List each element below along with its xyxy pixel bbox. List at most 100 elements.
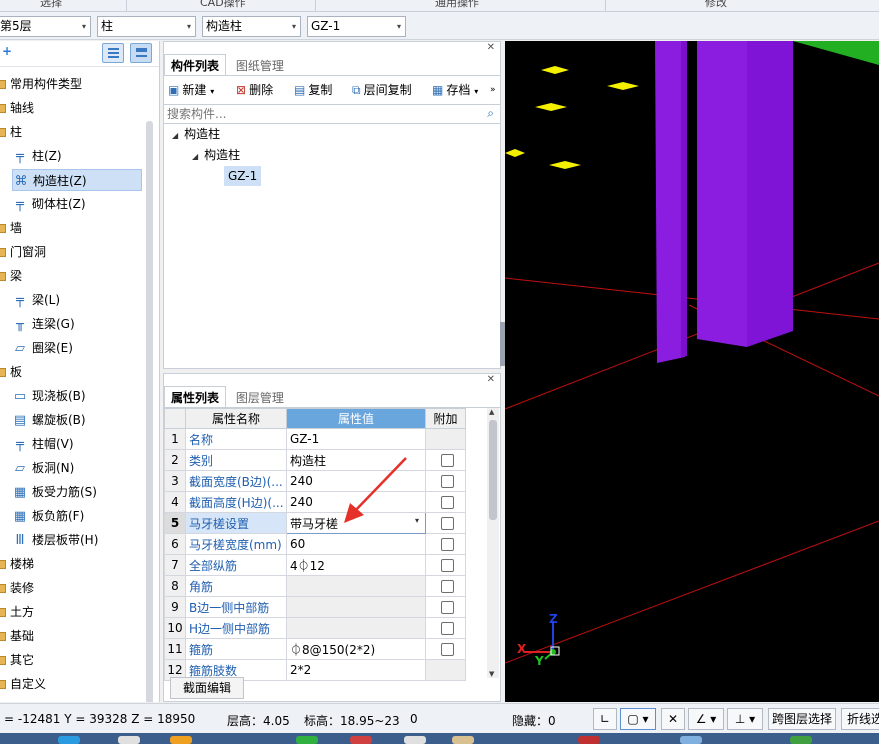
slab-strip-icon: Ⅲ	[15, 533, 25, 548]
tree-item[interactable]: 柱	[0, 121, 22, 143]
subtype-select[interactable]: 构造柱 ▾	[202, 16, 301, 37]
extra-checkbox[interactable]	[440, 495, 454, 509]
property-row[interactable]: 5 马牙槎设置 带马牙槎 ▾	[164, 512, 466, 534]
tree-item[interactable]: ⌘ 构造柱(Z)	[12, 169, 142, 191]
chevron-down-icon[interactable]: ▾	[415, 516, 419, 525]
extra-checkbox[interactable]	[440, 621, 454, 635]
property-scrollbar[interactable]: ▲ ▼	[487, 408, 499, 678]
property-row[interactable]: 2 类别 构造柱	[164, 449, 466, 471]
tab-property-list[interactable]: 属性列表	[164, 386, 227, 408]
detail-view-button[interactable]	[130, 43, 152, 63]
tree-node-child[interactable]: ◢ 构造柱	[192, 145, 240, 165]
property-value[interactable]	[286, 617, 426, 639]
property-row[interactable]: 1 名称 GZ-1	[164, 428, 466, 450]
floor-select[interactable]: 第5层 ▾	[0, 16, 91, 37]
extra-checkbox[interactable]	[440, 516, 454, 530]
tree-item[interactable]: 其它	[0, 649, 34, 671]
tree-item[interactable]: ╤ 柱帽(V)	[12, 433, 74, 455]
scroll-down-icon[interactable]: ▼	[489, 670, 494, 678]
property-value[interactable]: 4⏀12	[286, 554, 426, 576]
property-value[interactable]	[286, 575, 426, 597]
tree-item[interactable]: 基础	[0, 625, 34, 647]
extra-checkbox[interactable]	[440, 537, 454, 551]
property-value[interactable]: 60	[286, 533, 426, 555]
property-row[interactable]: 4 截面高度(H边)(... 240	[164, 491, 466, 513]
property-row[interactable]: 7 全部纵筋 4⏀12	[164, 554, 466, 576]
tree-item[interactable]: ▱ 圈梁(E)	[12, 337, 73, 359]
tree-item[interactable]: 自定义	[0, 673, 46, 695]
tree-item[interactable]: ╤ 梁(L)	[12, 289, 60, 311]
tree-item[interactable]: 装修	[0, 577, 34, 599]
property-row[interactable]: 8 角筋	[164, 575, 466, 597]
tree-item[interactable]: 轴线	[0, 97, 34, 119]
tree-item[interactable]: Ⅲ 楼层板带(H)	[12, 529, 99, 551]
tree-item[interactable]: ╤ 砌体柱(Z)	[12, 193, 86, 215]
select-mode-button[interactable]: ▢ ▾	[620, 708, 656, 730]
scroll-thumb[interactable]	[489, 420, 497, 520]
property-name: 名称	[185, 428, 287, 450]
tree-item[interactable]: ▦ 板负筋(F)	[12, 505, 84, 527]
property-value[interactable]	[286, 596, 426, 618]
property-row[interactable]: 3 截面宽度(B边)(... 240	[164, 470, 466, 492]
tree-node-root[interactable]: ◢ 构造柱	[172, 124, 220, 144]
snap-point-button[interactable]: ⊥ ▾	[727, 708, 763, 730]
tree-item[interactable]: 板	[0, 361, 22, 383]
scroll-up-icon[interactable]: ▲	[489, 408, 494, 416]
tree-item[interactable]: 门窗洞	[0, 241, 46, 263]
tree-item[interactable]: ▤ 螺旋板(B)	[12, 409, 86, 431]
property-value[interactable]: ⏀8@150(2*2)	[286, 638, 426, 660]
archive-button[interactable]: ▦ 存档 ▾	[432, 80, 478, 100]
delete-button[interactable]: ⊠ 删除	[236, 80, 273, 100]
tree-item[interactable]: ▦ 板受力筋(S)	[12, 481, 97, 503]
property-row[interactable]: 11 箍筋 ⏀8@150(2*2)	[164, 638, 466, 660]
ortho-button[interactable]: ∟	[593, 708, 617, 730]
tree-item[interactable]: ▱ 板洞(N)	[12, 457, 74, 479]
extra-checkbox[interactable]	[440, 453, 454, 467]
cross-layer-button[interactable]: 跨图层选择	[768, 708, 836, 730]
3d-viewport[interactable]: X Z Y	[505, 41, 879, 702]
more-icon[interactable]: »	[490, 80, 496, 100]
extra-checkbox[interactable]	[440, 474, 454, 488]
search-input[interactable]	[164, 105, 464, 123]
section-edit-button[interactable]: 截面编辑	[170, 677, 245, 699]
property-row[interactable]: 6 马牙槎宽度(mm) 60	[164, 533, 466, 555]
tree-item[interactable]: 楼梯	[0, 553, 34, 575]
close-icon[interactable]: ✕	[487, 374, 495, 385]
extra-checkbox[interactable]	[440, 579, 454, 593]
close-icon[interactable]: ✕	[487, 42, 495, 53]
tree-node-gz1[interactable]: GZ-1	[224, 166, 262, 186]
angle-button[interactable]: ∠ ▾	[688, 708, 724, 730]
component-select[interactable]: GZ-1 ▾	[307, 16, 406, 37]
type-select[interactable]: 柱 ▾	[97, 16, 196, 37]
collapse-icon[interactable]: ◢	[172, 131, 178, 140]
tab-drawing-manager[interactable]: 图纸管理	[230, 55, 290, 77]
tab-component-list[interactable]: 构件列表	[164, 54, 227, 76]
extra-checkbox[interactable]	[440, 642, 454, 656]
tree-scrollbar[interactable]	[146, 121, 153, 702]
list-view-button[interactable]	[102, 43, 124, 63]
search-icon[interactable]: ⌕	[487, 106, 494, 121]
property-value[interactable]: GZ-1	[286, 428, 426, 450]
extra-checkbox[interactable]	[440, 558, 454, 572]
snap-off-button[interactable]: ✕	[661, 708, 685, 730]
tab-layer-manager[interactable]: 图层管理	[230, 387, 290, 409]
property-value[interactable]: 2*2	[286, 659, 426, 681]
copy-button[interactable]: ▤ 复制	[294, 80, 332, 100]
row-index: 4	[164, 491, 186, 513]
floor-copy-button[interactable]: ⧉ 层间复制	[352, 80, 412, 100]
tree-item[interactable]: ▭ 现浇板(B)	[12, 385, 86, 407]
tree-item[interactable]: ╥ 连梁(G)	[12, 313, 75, 335]
new-label: 新建	[182, 83, 207, 97]
new-button[interactable]: ▣ 新建 ▾	[168, 80, 214, 100]
extra-checkbox[interactable]	[440, 600, 454, 614]
expand-all-icon[interactable]: +	[2, 44, 12, 58]
tree-item[interactable]: ╤ 柱(Z)	[12, 145, 62, 167]
tree-item[interactable]: 梁	[0, 265, 22, 287]
tree-item[interactable]: 土方	[0, 601, 34, 623]
property-row[interactable]: 9 B边一侧中部筋	[164, 596, 466, 618]
collapse-icon[interactable]: ◢	[192, 152, 198, 161]
tree-item[interactable]: 常用构件类型	[0, 73, 82, 95]
property-row[interactable]: 10 H边一侧中部筋	[164, 617, 466, 639]
tree-item[interactable]: 墙	[0, 217, 22, 239]
polyline-select-button[interactable]: 折线选	[841, 708, 879, 730]
